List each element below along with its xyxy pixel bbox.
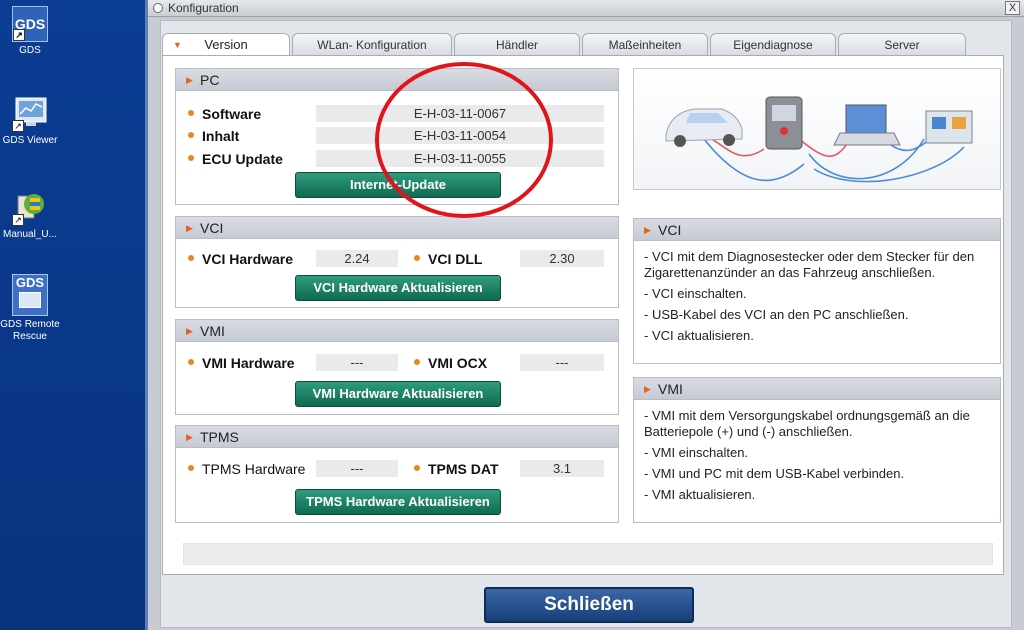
window-title: Konfiguration xyxy=(168,1,239,15)
bullet-icon xyxy=(188,132,194,139)
laptop-icon xyxy=(833,104,901,146)
vci-info-header: ▶ VCI xyxy=(634,219,1000,241)
ecu-update-label: ECU Update xyxy=(188,151,283,167)
desktop-icon-gds-remote-rescue[interactable]: GDS GDS Remote Rescue xyxy=(0,274,60,343)
tab-server[interactable]: Server xyxy=(838,33,966,55)
vmi-section-header: ▶ VMI xyxy=(176,320,618,342)
shortcut-arrow-icon: ↗ xyxy=(12,214,24,226)
desktop-icon-label: GDS xyxy=(19,45,41,56)
tab-arrow-icon: ▼ xyxy=(173,40,182,50)
vci-hardware-label: VCI Hardware xyxy=(188,251,293,267)
tpms-dat-label: TPMS DAT xyxy=(414,461,499,477)
section-arrow-icon: ▶ xyxy=(186,432,193,442)
vci-info-line: - VCI einschalten. xyxy=(644,286,747,301)
vmi-hardware-label: VMI Hardware xyxy=(188,355,295,371)
vmi-device-icon xyxy=(925,110,973,144)
vci-device-icon xyxy=(765,96,803,150)
software-label: Software xyxy=(188,106,261,122)
vci-info-line: - VCI aktualisieren. xyxy=(644,328,754,343)
tab-version[interactable]: ▼ Version xyxy=(162,33,290,56)
inhalt-label: Inhalt xyxy=(188,128,239,144)
vmi-info-text: - VMI mit dem Versorgungskabel ordnungsg… xyxy=(634,400,1000,516)
car-icon xyxy=(665,108,743,147)
section-arrow-icon: ▶ xyxy=(644,225,651,235)
tpms-section: ▶ TPMS TPMS Hardware --- TPMS DAT 3.1 TPM… xyxy=(175,425,619,523)
vci-dll-value: 2.30 xyxy=(520,250,604,267)
desktop-icon-label: GDS Remote Rescue xyxy=(0,319,60,342)
tpms-hardware-label: TPMS Hardware xyxy=(188,461,305,477)
manual-installer-icon: ↗ xyxy=(12,190,48,226)
desktop-icon-label: Manual_U... xyxy=(3,229,57,240)
connection-diagram-image xyxy=(665,96,973,183)
gds-viewer-icon: ↗ xyxy=(12,96,48,132)
bullet-icon xyxy=(188,110,194,117)
window-close-button[interactable]: X xyxy=(1005,1,1020,15)
tab-eigendiagnose[interactable]: Eigendiagnose xyxy=(710,33,836,55)
tpms-hardware-value: --- xyxy=(316,460,398,477)
version-panel: ▶ PC Software E-H-03-11-0067 Inhalt E-H-0… xyxy=(162,55,1004,575)
bullet-icon xyxy=(414,465,420,472)
vmi-info-line: - VMI aktualisieren. xyxy=(644,487,756,502)
vmi-info-line: - VMI und PC mit dem USB-Kabel verbinden… xyxy=(644,466,905,481)
section-arrow-icon: ▶ xyxy=(186,223,193,233)
tab-masseinheiten[interactable]: Maßeinheiten xyxy=(582,33,708,55)
vci-section: ▶ VCI VCI Hardware 2.24 VCI DLL 2.30 VCI … xyxy=(175,216,619,308)
vmi-ocx-label: VMI OCX xyxy=(414,355,487,371)
section-arrow-icon: ▶ xyxy=(644,384,651,394)
desktop-icon-label: GDS Viewer xyxy=(2,135,58,146)
shortcut-arrow-icon: ↗ xyxy=(12,120,24,132)
vci-info-text: - VCI mit dem Diagnosestecker oder dem S… xyxy=(634,241,1000,357)
section-arrow-icon: ▶ xyxy=(186,75,193,85)
tab-wlan-konfiguration[interactable]: WLan- Konfiguration xyxy=(292,33,452,55)
vmi-info-header: ▶ VMI xyxy=(634,378,1000,400)
vmi-info-section: ▶ VMI - VMI mit dem Versorgungskabel ordn… xyxy=(633,377,1001,523)
shortcut-arrow-icon: ↗ xyxy=(13,29,25,41)
gds-icon: GDS ↗ xyxy=(12,6,48,42)
vci-dll-label: VCI DLL xyxy=(414,251,482,267)
desktop-icon-manual[interactable]: ↗ Manual_U... xyxy=(0,190,60,241)
progress-bar xyxy=(183,543,993,565)
bullet-icon xyxy=(414,255,420,262)
desktop-icon-gds[interactable]: GDS ↗ GDS xyxy=(0,6,60,57)
tab-haendler[interactable]: Händler xyxy=(454,33,580,55)
vmi-section: ▶ VMI VMI Hardware --- VMI OCX --- VMI Ha… xyxy=(175,319,619,415)
tpms-dat-value: 3.1 xyxy=(520,460,604,477)
tpms-section-header: ▶ TPMS xyxy=(176,426,618,448)
vmi-hardware-value: --- xyxy=(316,354,398,371)
bullet-icon xyxy=(188,465,194,472)
tab-bar: ▼ Version WLan- Konfiguration Händler Maß… xyxy=(162,33,968,56)
vmi-hardware-update-button[interactable]: VMI Hardware Aktualisieren xyxy=(295,381,501,407)
vmi-info-line: - VMI einschalten. xyxy=(644,445,749,460)
bullet-icon xyxy=(188,255,194,262)
vci-hardware-update-button[interactable]: VCI Hardware Aktualisieren xyxy=(295,275,501,301)
desktop: GDS ↗ GDS ↗ GDS Viewer ↗ Manual_U... GDS … xyxy=(0,0,145,630)
vci-info-line: - USB-Kabel des VCI an den PC anschließe… xyxy=(644,307,909,322)
bullet-icon xyxy=(188,155,194,162)
desktop-icon-gds-viewer[interactable]: ↗ GDS Viewer xyxy=(0,96,60,147)
vmi-info-line: - VMI mit dem Versorgungskabel ordnungsg… xyxy=(644,408,970,439)
gds-remote-rescue-icon: GDS xyxy=(12,274,48,316)
red-annotation-circle xyxy=(375,62,553,218)
vci-info-line: - VCI mit dem Diagnosestecker oder dem S… xyxy=(644,249,975,280)
configuration-window: Konfiguration X ▼ Version WLan- Konfigura… xyxy=(145,0,1024,630)
window-titlebar[interactable]: Konfiguration X xyxy=(148,0,1024,17)
section-arrow-icon: ▶ xyxy=(186,326,193,336)
window-icon xyxy=(153,3,163,13)
close-button[interactable]: Schließen xyxy=(484,587,694,623)
bullet-icon xyxy=(414,359,420,366)
bullet-icon xyxy=(188,359,194,366)
vci-info-section: ▶ VCI - VCI mit dem Diagnosestecker oder … xyxy=(633,218,1001,364)
tpms-hardware-update-button[interactable]: TPMS Hardware Aktualisieren xyxy=(295,489,501,515)
vci-section-header: ▶ VCI xyxy=(176,217,618,239)
vci-hardware-value: 2.24 xyxy=(316,250,398,267)
connection-illustration xyxy=(633,68,1001,190)
vmi-ocx-value: --- xyxy=(520,354,604,371)
